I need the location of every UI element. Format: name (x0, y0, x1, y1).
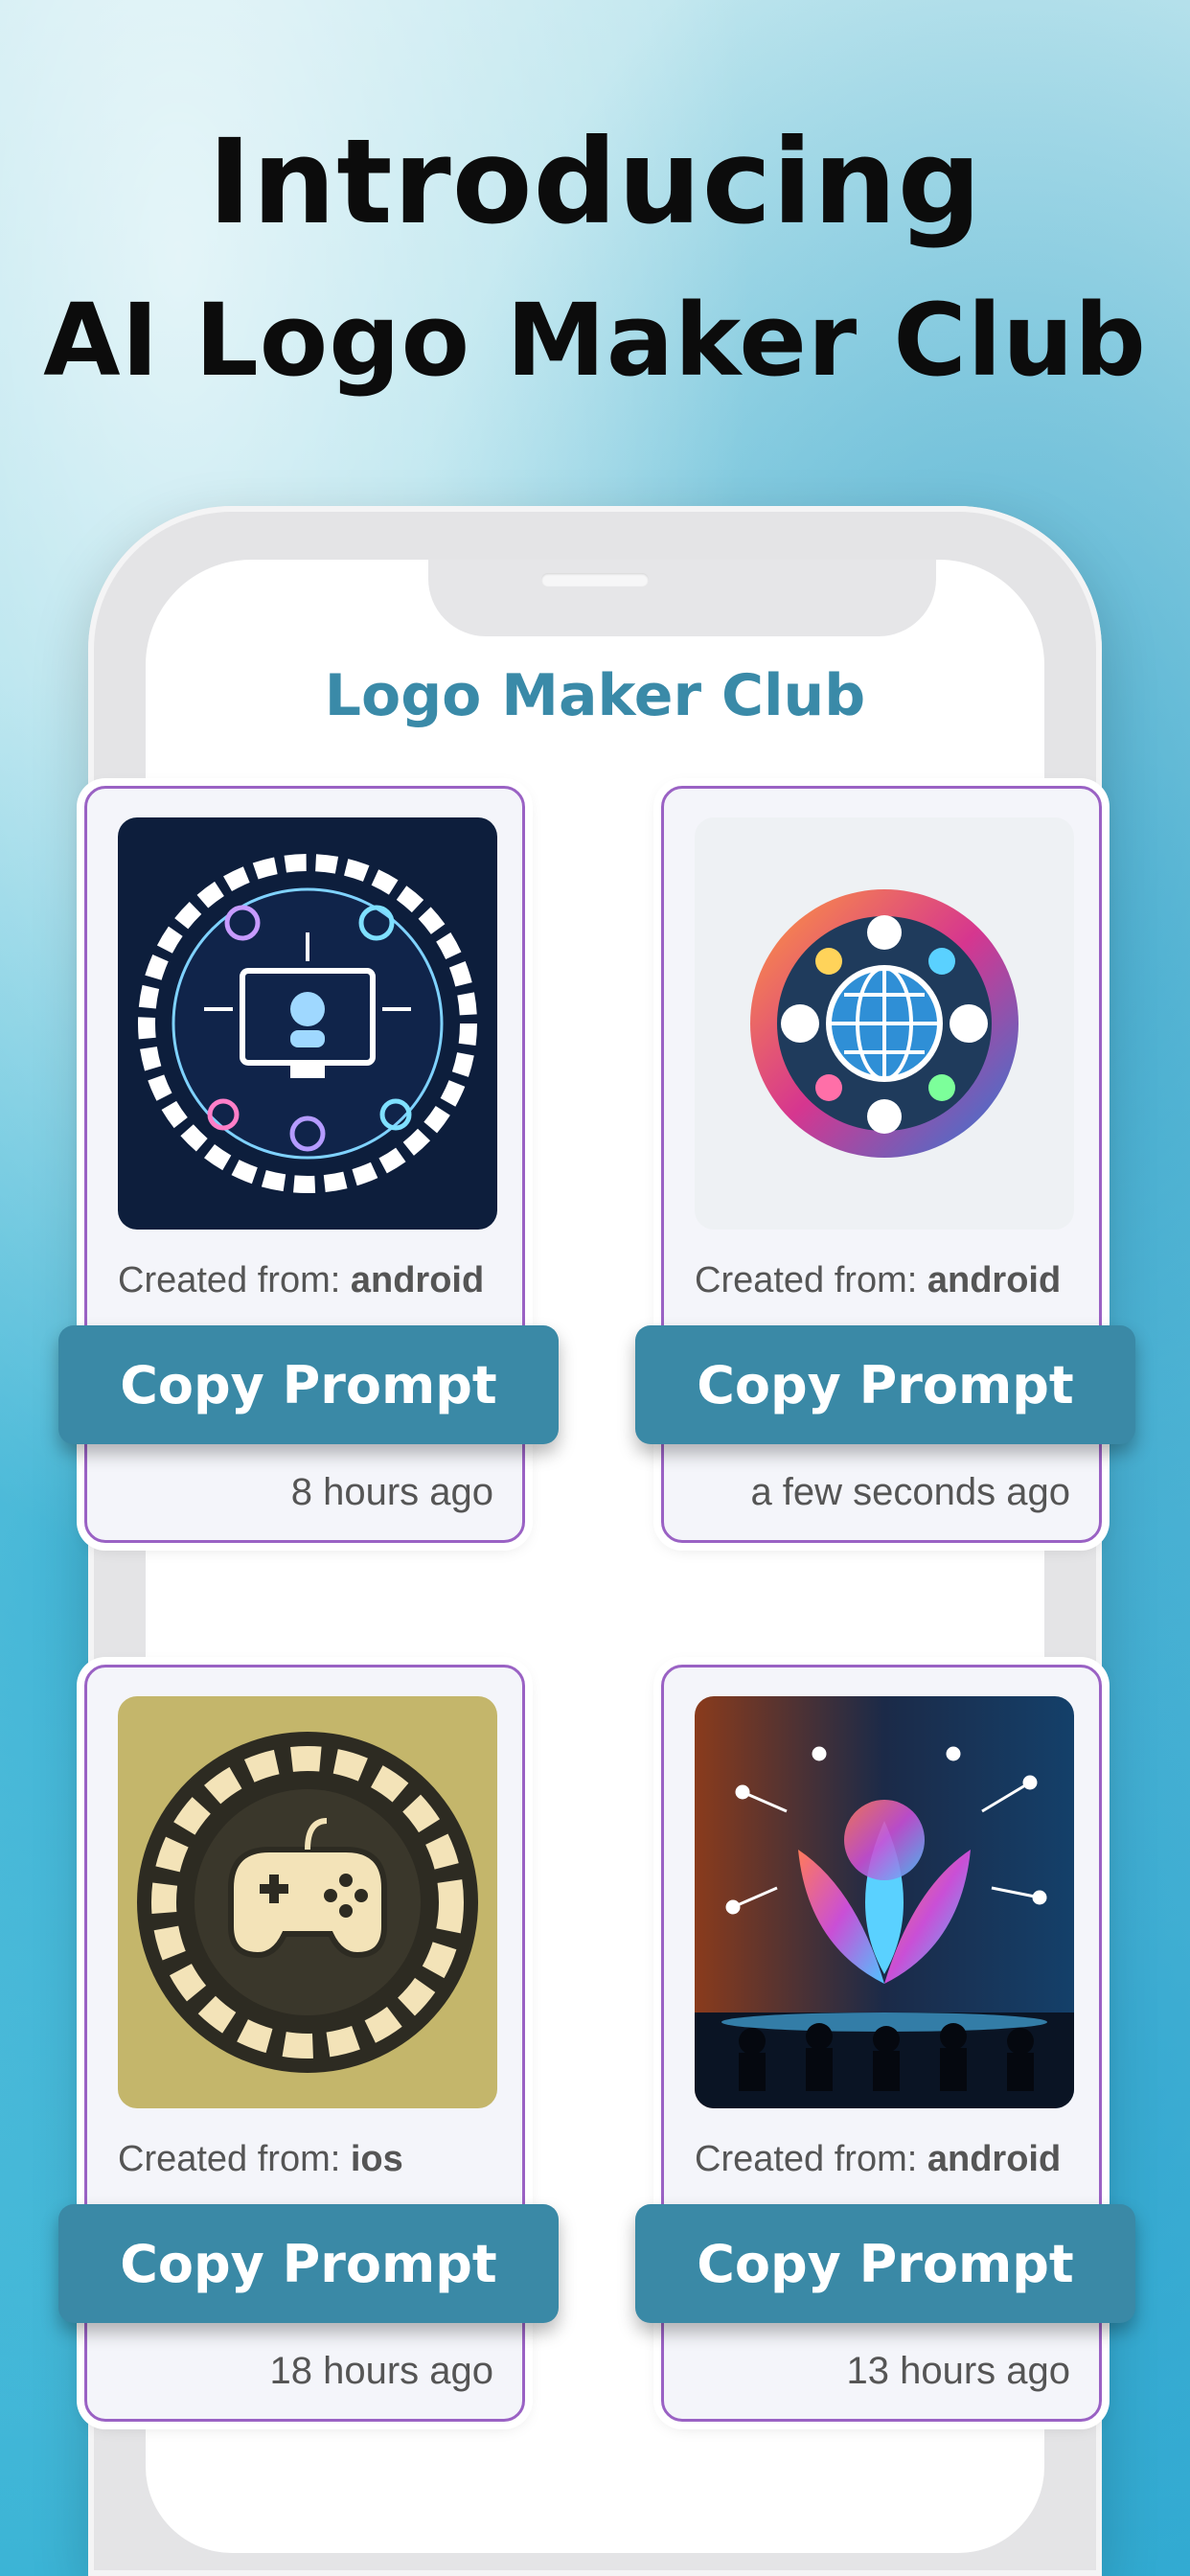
platform-label: android (927, 1260, 1062, 1300)
headline-line-1: Introducing (207, 114, 983, 250)
globe-network-logo-icon (695, 817, 1074, 1230)
logo-image[interactable] (118, 817, 497, 1230)
timestamp: 13 hours ago (846, 2350, 1070, 2392)
created-from-text: Created from: android (695, 1260, 1062, 1300)
gamepad-circle-logo-icon (118, 1696, 497, 2108)
copy-prompt-button[interactable]: Copy Prompt (635, 2204, 1135, 2323)
phone-notch (428, 560, 936, 636)
created-from-text: Created from: ios (118, 2139, 403, 2179)
logo-card: Created from: android Copy Prompt a few … (635, 786, 1135, 1543)
copy-prompt-button[interactable]: Copy Prompt (58, 1325, 559, 1444)
timestamp: 18 hours ago (269, 2350, 493, 2392)
timestamp: 8 hours ago (290, 1471, 493, 1513)
created-from-text: Created from: android (118, 1260, 485, 1300)
copy-prompt-button[interactable]: Copy Prompt (635, 1325, 1135, 1444)
logo-card: Created from: android Copy Prompt 8 hour… (58, 786, 559, 1543)
logo-card: Created from: ios Copy Prompt 18 hours a… (58, 1665, 559, 2422)
platform-label: ios (350, 2139, 403, 2179)
timestamp: a few seconds ago (750, 1471, 1070, 1513)
copy-prompt-button[interactable]: Copy Prompt (58, 2204, 559, 2323)
headline-line-2: AI Logo Maker Club (43, 282, 1147, 399)
logo-card: Created from: android Copy Prompt 13 hou… (635, 1665, 1135, 2422)
created-from-text: Created from: android (695, 2139, 1062, 2179)
logo-image[interactable] (695, 1696, 1074, 2108)
logo-image[interactable] (695, 817, 1074, 1230)
leaf-network-logo-icon (695, 1696, 1074, 2108)
tech-circle-logo-icon (118, 817, 497, 1230)
platform-label: android (927, 2139, 1062, 2179)
platform-label: android (350, 1260, 485, 1300)
logo-image[interactable] (118, 1696, 497, 2108)
app-title: Logo Maker Club (324, 662, 866, 729)
phone-speaker (541, 573, 649, 586)
